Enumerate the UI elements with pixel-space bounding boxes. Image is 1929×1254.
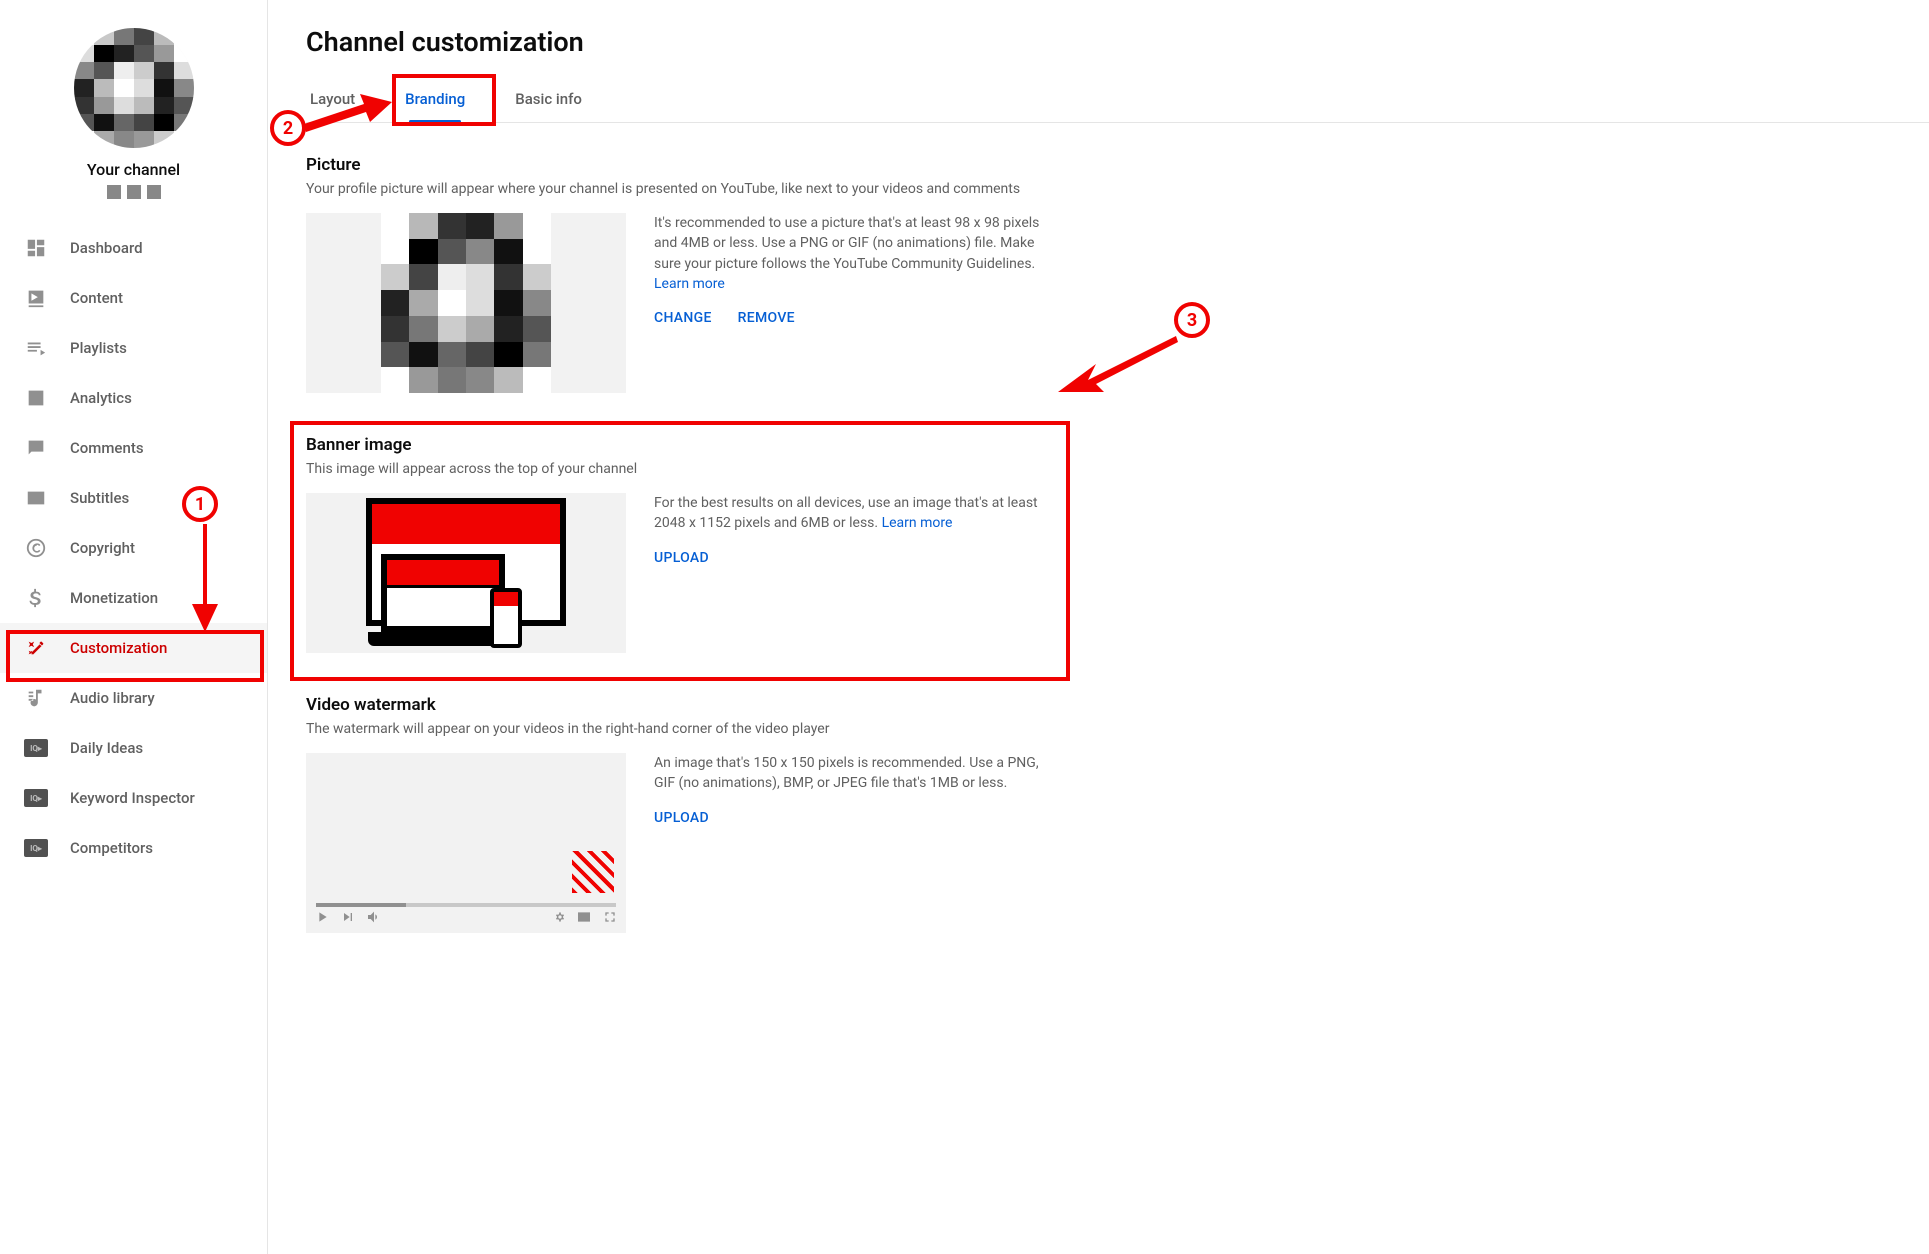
play-icon: [314, 909, 330, 929]
section-banner: Banner image This image will appear acro…: [306, 435, 1356, 653]
watermark-preview: [306, 753, 626, 933]
nav-label: Comments: [70, 439, 144, 457]
monetization-icon: [24, 586, 48, 610]
dashboard-icon: [24, 236, 48, 260]
channel-name-label: Your channel: [0, 160, 267, 179]
devices-icon: [366, 498, 566, 648]
nav-label: Audio library: [70, 689, 155, 707]
comments-icon: [24, 436, 48, 460]
nav-label: Monetization: [70, 589, 158, 607]
annotation-marker-1: 1: [182, 486, 218, 522]
section-banner-desc: This image will appear across the top of…: [306, 461, 1356, 477]
picture-help-text: It's recommended to use a picture that's…: [654, 213, 1054, 294]
iq-icon: IQ▸: [24, 836, 48, 860]
annotation-marker-2: 2: [270, 110, 306, 146]
sidebar-item-monetization[interactable]: Monetization: [0, 573, 267, 623]
video-controls: [314, 909, 618, 929]
upload-button[interactable]: UPLOAD: [654, 550, 709, 566]
nav-label: Dashboard: [70, 239, 143, 257]
section-watermark-title: Video watermark: [306, 695, 1356, 715]
channel-header: Your channel: [0, 20, 267, 223]
settings-icon: [550, 909, 566, 929]
main-content: Channel customization LayoutBrandingBasi…: [268, 0, 1929, 1254]
pixelated-avatar-icon: [74, 28, 194, 148]
annotation-arrow-2: [304, 94, 394, 138]
customization-icon: [24, 636, 48, 660]
audio-icon: [24, 686, 48, 710]
video-progress-bar: [316, 903, 616, 907]
sidebar-item-analytics[interactable]: Analytics: [0, 373, 267, 423]
sidebar-item-keyword-inspector[interactable]: IQ▸ Keyword Inspector: [0, 773, 267, 823]
volume-icon: [366, 909, 382, 929]
picture-preview: [306, 213, 626, 393]
sidebar-item-competitors[interactable]: IQ▸ Competitors: [0, 823, 267, 873]
sidebar: Your channel Dashboard Content Playlists An…: [0, 0, 268, 1254]
nav-label: Competitors: [70, 839, 153, 857]
channel-handle-placeholder: [0, 185, 267, 199]
sidebar-item-audio-library[interactable]: Audio library: [0, 673, 267, 723]
tabs: LayoutBrandingBasic info: [306, 82, 1929, 123]
nav-label: Daily Ideas: [70, 739, 143, 757]
change-button[interactable]: CHANGE: [654, 310, 712, 326]
picture-learn-more-link[interactable]: Learn more: [654, 276, 725, 292]
nav-label: Keyword Inspector: [70, 789, 195, 807]
miniplayer-icon: [576, 909, 592, 929]
nav-label: Analytics: [70, 389, 132, 407]
page-title: Channel customization: [306, 26, 1929, 58]
sidebar-item-comments[interactable]: Comments: [0, 423, 267, 473]
iq-icon: IQ▸: [24, 786, 48, 810]
pixelated-avatar-icon: [381, 213, 551, 393]
playlists-icon: [24, 336, 48, 360]
section-picture: Picture Your profile picture will appear…: [306, 155, 1356, 393]
next-icon: [340, 909, 356, 929]
sidebar-item-playlists[interactable]: Playlists: [0, 323, 267, 373]
sidebar-item-subtitles[interactable]: Subtitles: [0, 473, 267, 523]
analytics-icon: [24, 386, 48, 410]
watermark-sample-icon: [572, 851, 614, 893]
remove-button[interactable]: REMOVE: [738, 310, 795, 326]
nav-label: Customization: [70, 639, 167, 657]
section-picture-desc: Your profile picture will appear where y…: [306, 181, 1356, 197]
channel-avatar[interactable]: [74, 28, 194, 148]
banner-help-text: For the best results on all devices, use…: [654, 493, 1054, 534]
fullscreen-icon: [602, 909, 618, 929]
subtitles-icon: [24, 486, 48, 510]
tab-basic-info[interactable]: Basic info: [511, 82, 586, 122]
sidebar-item-content[interactable]: Content: [0, 273, 267, 323]
section-watermark-desc: The watermark will appear on your videos…: [306, 721, 1356, 737]
nav-label: Subtitles: [70, 489, 129, 507]
annotation-marker-3: 3: [1174, 302, 1210, 338]
copyright-icon: [24, 536, 48, 560]
nav-label: Content: [70, 289, 123, 307]
annotation-arrow-3: [1058, 336, 1178, 400]
sidebar-item-copyright[interactable]: Copyright: [0, 523, 267, 573]
nav-label: Playlists: [70, 339, 127, 357]
upload-button[interactable]: UPLOAD: [654, 810, 709, 826]
nav-label: Copyright: [70, 539, 135, 557]
iq-icon: IQ▸: [24, 736, 48, 760]
section-banner-title: Banner image: [306, 435, 1356, 455]
sidebar-item-customization[interactable]: Customization: [0, 623, 267, 673]
banner-learn-more-link[interactable]: Learn more: [882, 515, 953, 531]
content-icon: [24, 286, 48, 310]
annotation-arrow-1: [190, 524, 220, 638]
section-picture-title: Picture: [306, 155, 1356, 175]
sidebar-nav: Dashboard Content Playlists Analytics Commen…: [0, 223, 267, 873]
banner-preview: [306, 493, 626, 653]
sidebar-item-dashboard[interactable]: Dashboard: [0, 223, 267, 273]
sidebar-item-daily-ideas[interactable]: IQ▸ Daily Ideas: [0, 723, 267, 773]
watermark-help-text: An image that's 150 x 150 pixels is reco…: [654, 753, 1054, 794]
tab-branding[interactable]: Branding: [401, 82, 469, 122]
section-watermark: Video watermark The watermark will appea…: [306, 695, 1356, 933]
